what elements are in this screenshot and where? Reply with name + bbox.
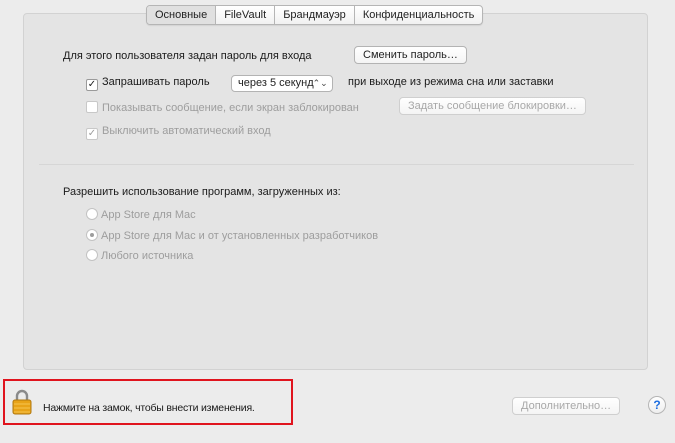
password-set-label: Для этого пользователя задан пароль для …	[63, 50, 312, 62]
require-password-row: ✓ Запрашивать пароль	[86, 76, 210, 91]
show-message-row: Показывать сообщение, если экран заблоки…	[86, 101, 359, 114]
tab-privacy[interactable]: Конфиденциальность	[355, 6, 483, 24]
disable-autologin-label: Выключить автоматический вход	[102, 125, 271, 137]
radio-label: App Store для Mac	[101, 209, 196, 221]
advanced-button[interactable]: Дополнительно…	[512, 397, 621, 415]
disable-autologin-row: ✓ Выключить автоматический вход	[86, 125, 271, 140]
section-divider	[39, 164, 634, 165]
lock-highlight: Нажмите на замок, чтобы внести изменения…	[3, 379, 293, 425]
lock-icon[interactable]	[12, 389, 32, 415]
radio-app-store[interactable]: App Store для Mac	[86, 208, 196, 221]
chevron-updown-icon: ⌃⌄	[312, 78, 328, 88]
radio-button[interactable]	[86, 229, 98, 241]
radio-button[interactable]	[86, 208, 98, 220]
password-delay-select[interactable]: через 5 секунд ⌃⌄	[231, 75, 333, 92]
set-lock-message-button[interactable]: Задать сообщение блокировки…	[399, 97, 586, 115]
radio-anywhere[interactable]: Любого источника	[86, 249, 193, 262]
password-delay-value: через 5 секунд	[238, 77, 314, 89]
allow-apps-label: Разрешить использование программ, загруж…	[63, 186, 341, 198]
require-password-label: Запрашивать пароль	[102, 76, 210, 88]
show-message-checkbox[interactable]	[86, 101, 98, 113]
help-button[interactable]: ?	[648, 396, 666, 414]
show-message-label: Показывать сообщение, если экран заблоки…	[102, 102, 359, 114]
tab-firewall[interactable]: Брандмауэр	[275, 6, 355, 24]
radio-button[interactable]	[86, 249, 98, 261]
radio-label: Любого источника	[101, 250, 194, 262]
tab-general[interactable]: Основные	[147, 6, 217, 24]
change-password-button[interactable]: Сменить пароль…	[354, 46, 467, 64]
require-password-checkbox[interactable]: ✓	[86, 79, 98, 91]
tab-filevault[interactable]: FileVault	[216, 6, 276, 24]
require-password-suffix: при выходе из режима сна или заставки	[348, 76, 554, 88]
tab-bar: Основные FileVault Брандмауэр Конфиденци…	[146, 5, 484, 25]
disable-autologin-checkbox[interactable]: ✓	[86, 128, 98, 140]
radio-app-store-identified[interactable]: App Store для Mac и от установленных раз…	[86, 229, 378, 242]
lock-hint-text: Нажмите на замок, чтобы внести изменения…	[43, 402, 255, 414]
radio-label: App Store для Mac и от установленных раз…	[101, 230, 379, 242]
